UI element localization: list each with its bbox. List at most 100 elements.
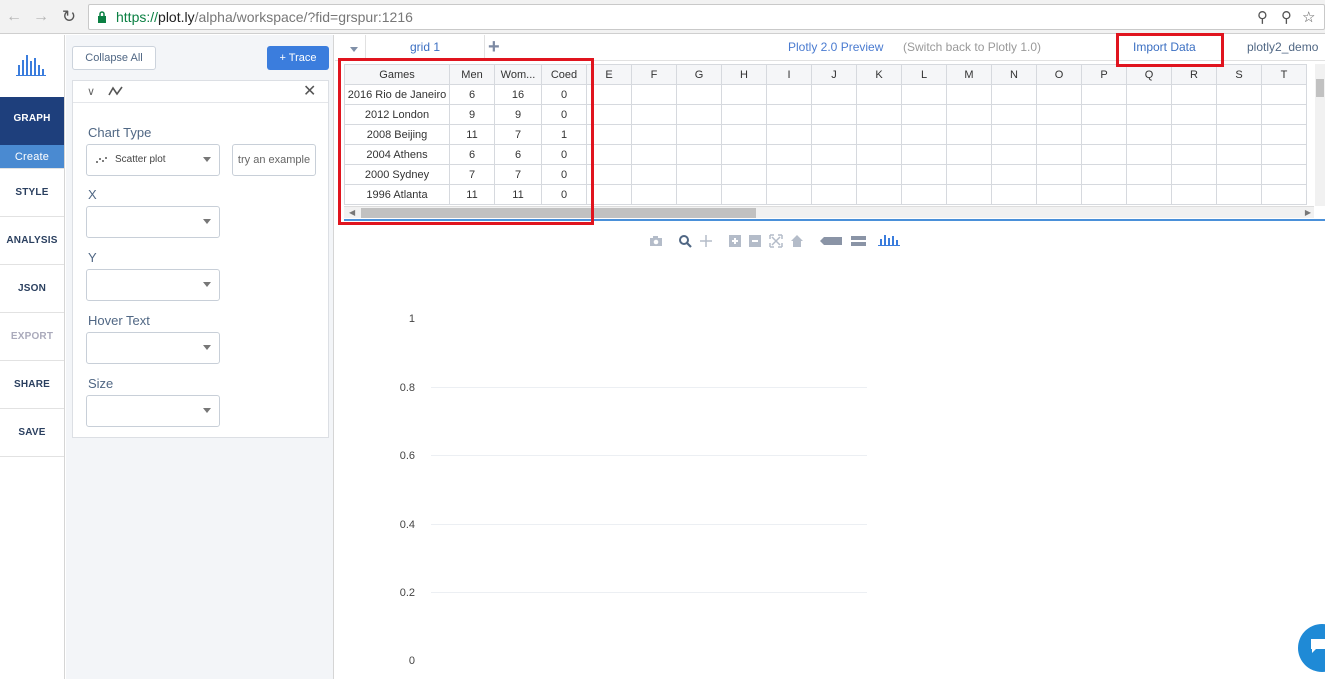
size-select[interactable] bbox=[86, 395, 220, 427]
grid-cell[interactable] bbox=[766, 104, 812, 125]
nav-share[interactable]: SHARE bbox=[0, 361, 64, 409]
grid-cell[interactable] bbox=[1126, 124, 1172, 145]
forward-arrow-icon[interactable]: → bbox=[31, 7, 51, 27]
grid-cell[interactable] bbox=[1261, 124, 1307, 145]
grid-cell[interactable] bbox=[856, 184, 902, 205]
grid-cell[interactable] bbox=[1036, 124, 1082, 145]
grid-cell[interactable] bbox=[1081, 84, 1127, 105]
grid-cell[interactable] bbox=[901, 104, 947, 125]
grid-cell[interactable] bbox=[631, 104, 677, 125]
grid-cell[interactable] bbox=[631, 84, 677, 105]
zoom-icon[interactable] bbox=[678, 234, 692, 248]
chevron-down-icon[interactable]: ∨ bbox=[87, 85, 95, 98]
address-bar[interactable]: https://plot.ly/alpha/workspace/?fid=grs… bbox=[88, 4, 1325, 30]
autoscale-icon[interactable] bbox=[769, 234, 783, 248]
grid-column-header[interactable]: L bbox=[901, 64, 947, 85]
grid-cell[interactable] bbox=[946, 184, 992, 205]
grid-cell[interactable] bbox=[1036, 84, 1082, 105]
grid-cell[interactable] bbox=[856, 144, 902, 165]
grid-cell[interactable] bbox=[1036, 144, 1082, 165]
grid-cell[interactable] bbox=[1261, 104, 1307, 125]
grid-cell[interactable] bbox=[766, 164, 812, 185]
grid-cell[interactable] bbox=[856, 124, 902, 145]
grid-cell[interactable] bbox=[991, 104, 1037, 125]
spike-lines-icon[interactable] bbox=[820, 234, 844, 248]
grid-cell[interactable] bbox=[1216, 124, 1262, 145]
grid-cell[interactable] bbox=[631, 124, 677, 145]
try-example-button[interactable]: try an example bbox=[232, 144, 316, 176]
grid-cell[interactable] bbox=[1036, 184, 1082, 205]
plotly-logo-icon[interactable] bbox=[877, 232, 901, 248]
grid-column-header[interactable]: K bbox=[856, 64, 902, 85]
grid-cell[interactable] bbox=[1216, 84, 1262, 105]
grid-cell[interactable] bbox=[991, 144, 1037, 165]
grid-cell[interactable] bbox=[1081, 124, 1127, 145]
nav-json[interactable]: JSON bbox=[0, 265, 64, 313]
grid-column-header[interactable]: S bbox=[1216, 64, 1262, 85]
bookmark-star-icon[interactable]: ☆ bbox=[1302, 8, 1315, 26]
grid-cell[interactable] bbox=[1171, 164, 1217, 185]
user-menu[interactable]: plotly2_demo bbox=[1247, 40, 1318, 54]
x-select[interactable] bbox=[86, 206, 220, 238]
grid-column-header[interactable]: R bbox=[1171, 64, 1217, 85]
grid-cell[interactable] bbox=[1126, 144, 1172, 165]
grid-cell[interactable] bbox=[946, 144, 992, 165]
grid-cell[interactable] bbox=[1081, 164, 1127, 185]
chart-type-select[interactable]: Scatter plot bbox=[86, 144, 220, 176]
grid-cell[interactable] bbox=[721, 104, 767, 125]
grid-cell[interactable] bbox=[1261, 184, 1307, 205]
grid-column-header[interactable]: H bbox=[721, 64, 767, 85]
grid-cell[interactable] bbox=[721, 184, 767, 205]
close-icon[interactable]: ✕ bbox=[303, 81, 316, 101]
grid-cell[interactable] bbox=[811, 124, 857, 145]
grid-cell[interactable] bbox=[721, 144, 767, 165]
grid-cell[interactable] bbox=[1216, 184, 1262, 205]
grid-cell[interactable] bbox=[1171, 104, 1217, 125]
zoom-out-icon[interactable] bbox=[748, 234, 762, 248]
grid-cell[interactable] bbox=[766, 184, 812, 205]
grid-column-header[interactable]: T bbox=[1261, 64, 1307, 85]
pan-icon[interactable] bbox=[699, 234, 713, 248]
hover-text-select[interactable] bbox=[86, 332, 220, 364]
grid-cell[interactable] bbox=[1261, 84, 1307, 105]
grid-cell[interactable] bbox=[1216, 164, 1262, 185]
grid-cell[interactable] bbox=[991, 124, 1037, 145]
grid-cell[interactable] bbox=[676, 164, 722, 185]
grid-cell[interactable] bbox=[1126, 184, 1172, 205]
compare-hover-icon[interactable] bbox=[849, 234, 867, 248]
grid-column-header[interactable]: Q bbox=[1126, 64, 1172, 85]
switch-back-link[interactable]: (Switch back to Plotly 1.0) bbox=[903, 40, 1041, 54]
grid-cell[interactable] bbox=[901, 84, 947, 105]
grid-vertical-scrollbar[interactable] bbox=[1315, 64, 1325, 206]
grid-cell[interactable] bbox=[901, 184, 947, 205]
grid-cell[interactable] bbox=[676, 124, 722, 145]
grid-cell[interactable] bbox=[856, 84, 902, 105]
grid-column-header[interactable]: I bbox=[766, 64, 812, 85]
home-icon[interactable] bbox=[790, 234, 804, 248]
grid-cell[interactable] bbox=[1081, 144, 1127, 165]
nav-create[interactable]: Create bbox=[0, 145, 64, 169]
back-arrow-icon[interactable]: ← bbox=[4, 7, 24, 27]
grid-cell[interactable] bbox=[1036, 104, 1082, 125]
grid-cell[interactable] bbox=[1081, 104, 1127, 125]
nav-graph[interactable]: GRAPH bbox=[0, 97, 64, 145]
collapse-all-button[interactable]: Collapse All bbox=[72, 46, 156, 70]
grid-cell[interactable] bbox=[766, 84, 812, 105]
nav-export[interactable]: EXPORT bbox=[0, 313, 64, 361]
grid-cell[interactable] bbox=[946, 164, 992, 185]
zoom-in-icon[interactable] bbox=[728, 234, 742, 248]
nav-analysis[interactable]: ANALYSIS bbox=[0, 217, 64, 265]
grid-cell[interactable] bbox=[1171, 84, 1217, 105]
grid-column-header[interactable]: J bbox=[811, 64, 857, 85]
reload-icon[interactable]: ↻ bbox=[59, 7, 79, 27]
grid-cell[interactable] bbox=[676, 104, 722, 125]
nav-style[interactable]: STYLE bbox=[0, 169, 64, 217]
grid-cell[interactable] bbox=[856, 104, 902, 125]
grid-cell[interactable] bbox=[676, 184, 722, 205]
chat-support-button[interactable] bbox=[1298, 624, 1325, 672]
grid-cell[interactable] bbox=[811, 184, 857, 205]
camera-icon[interactable] bbox=[649, 234, 663, 248]
grid-cell[interactable] bbox=[721, 124, 767, 145]
grid-cell[interactable] bbox=[991, 164, 1037, 185]
scroll-right-icon[interactable]: ▶ bbox=[1305, 208, 1311, 217]
